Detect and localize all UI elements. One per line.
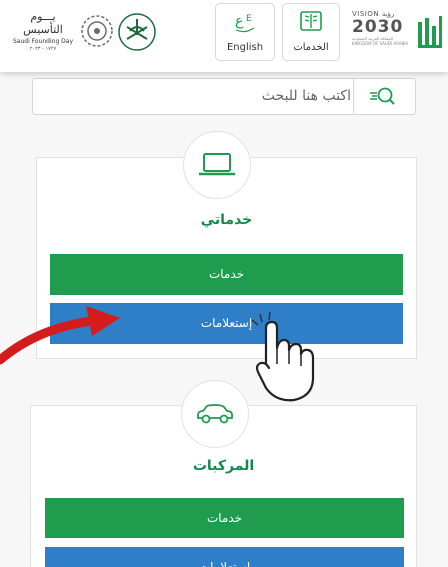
search-input[interactable]: اكتب هنا للبحث bbox=[262, 88, 351, 104]
founding-day-years: ١٧٢٧ - ٢٠٢٣ bbox=[29, 46, 57, 52]
absher-logo-icon bbox=[418, 16, 442, 48]
my-services-title: خدماتي bbox=[200, 212, 253, 228]
my-services-button[interactable]: خدمات bbox=[50, 254, 403, 295]
vehicles-inquiries-button[interactable]: إستعلامات bbox=[45, 547, 404, 567]
svg-text:E: E bbox=[246, 14, 252, 24]
founding-day-logo: يـــوم التأسيس Saudi Founding Day ١٧٢٧ -… bbox=[10, 10, 76, 52]
search-icon[interactable] bbox=[367, 85, 397, 109]
services-label: الخدمات bbox=[293, 42, 329, 53]
english-label: English bbox=[226, 42, 264, 53]
vehicles-title: المركبات bbox=[192, 458, 255, 474]
hand-pointer-icon bbox=[251, 311, 315, 402]
laptop-icon bbox=[199, 153, 235, 176]
language-icon: ع E bbox=[235, 13, 255, 33]
founding-day-english: Saudi Founding Day bbox=[12, 38, 74, 45]
vision-year: 2030 bbox=[352, 17, 404, 37]
english-language-button[interactable]: ع E English bbox=[215, 3, 275, 61]
top-header: يـــوم التأسيس Saudi Founding Day ١٧٢٧ -… bbox=[0, 0, 448, 72]
vision-subtitle: المملكة العربية السعودية KINGDOM OF SAUD… bbox=[352, 36, 409, 46]
vehicles-icon-circle bbox=[181, 380, 249, 448]
red-arrow-annotation-icon bbox=[0, 306, 120, 365]
saudi-emblem-icon bbox=[118, 13, 156, 51]
vision-2030-logo: VISION رؤية 2030 المملكة العربية السعودي… bbox=[352, 10, 410, 54]
founding-day-emblem-icon bbox=[81, 15, 113, 47]
svg-text:ع: ع bbox=[235, 13, 244, 29]
book-icon bbox=[300, 11, 322, 31]
founding-day-arabic: يـــوم التأسيس bbox=[23, 10, 63, 36]
my-services-icon-circle bbox=[183, 131, 251, 199]
search-divider bbox=[353, 79, 354, 114]
search-bar[interactable]: اكتب هنا للبحث bbox=[32, 78, 416, 115]
services-menu-button[interactable]: الخدمات bbox=[282, 3, 340, 61]
car-icon bbox=[197, 404, 233, 424]
vehicles-services-button[interactable]: خدمات bbox=[45, 498, 404, 538]
